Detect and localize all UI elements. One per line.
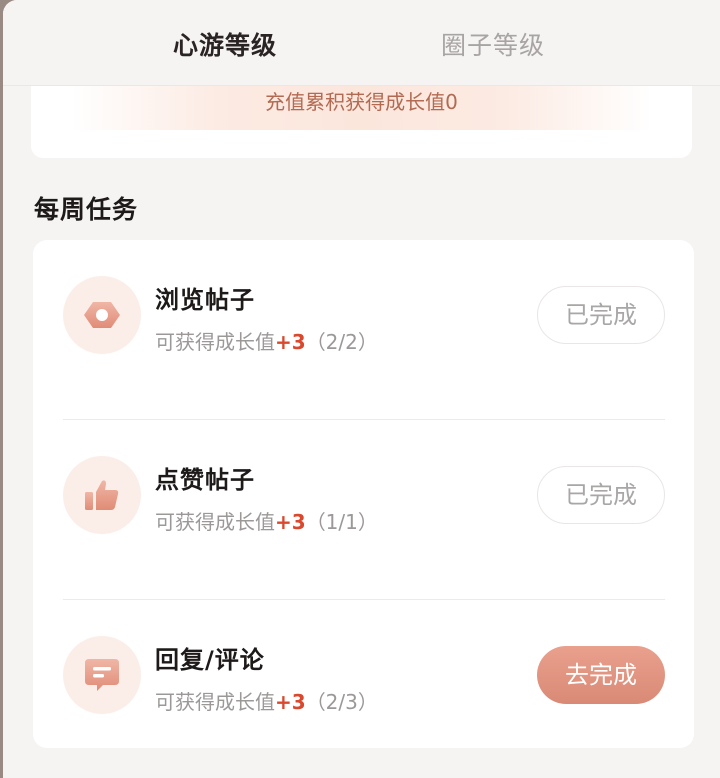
reward-value: +3 <box>275 330 306 354</box>
thumbs-up-icon <box>63 456 141 534</box>
task-row-like: 点赞帖子 可获得成长值+3（1/1） 已完成 <box>33 420 694 600</box>
reward-label: 可获得成长值 <box>155 510 275 534</box>
weekly-task-list: 浏览帖子 可获得成长值+3（2/2） 已完成 点赞帖子 可获得成长值+3（1/1… <box>33 240 694 748</box>
growth-card: 充值累积获得成长值0 <box>31 86 692 158</box>
tab-circle-level[interactable]: 圈子等级 <box>441 26 545 66</box>
task-row-browse: 浏览帖子 可获得成长值+3（2/2） 已完成 <box>33 240 694 420</box>
comment-icon <box>63 636 141 714</box>
task-progress: （2/3） <box>305 690 378 714</box>
task-row-comment: 回复/评论 可获得成长值+3（2/3） 去完成 <box>33 600 694 778</box>
task-title: 回复/评论 <box>155 646 265 674</box>
task-reward: 可获得成长值+3（2/2） <box>155 326 378 355</box>
task-title: 点赞帖子 <box>155 466 255 494</box>
eye-icon <box>63 276 141 354</box>
reward-label: 可获得成长值 <box>155 690 275 714</box>
tab-bar: 心游等级 圈子等级 <box>3 0 720 86</box>
level-sheet: 心游等级 圈子等级 充值累积获得成长值0 每周任务 浏览帖子 可获得成长值+3（… <box>3 0 720 778</box>
section-title-weekly-tasks: 每周任务 <box>34 195 139 224</box>
tab-xinyou-level[interactable]: 心游等级 <box>173 26 277 66</box>
recharge-growth-text: 充值累积获得成长值0 <box>265 90 458 114</box>
task-title: 浏览帖子 <box>155 286 255 314</box>
reward-label: 可获得成长值 <box>155 330 275 354</box>
task-reward: 可获得成长值+3（2/3） <box>155 686 378 715</box>
task-done-button[interactable]: 已完成 <box>537 286 665 344</box>
task-done-button[interactable]: 已完成 <box>537 466 665 524</box>
reward-value: +3 <box>275 690 306 714</box>
task-go-button[interactable]: 去完成 <box>537 646 665 704</box>
task-progress: （1/1） <box>305 510 378 534</box>
task-reward: 可获得成长值+3（1/1） <box>155 506 378 535</box>
task-progress: （2/2） <box>305 330 378 354</box>
reward-value: +3 <box>275 510 306 534</box>
